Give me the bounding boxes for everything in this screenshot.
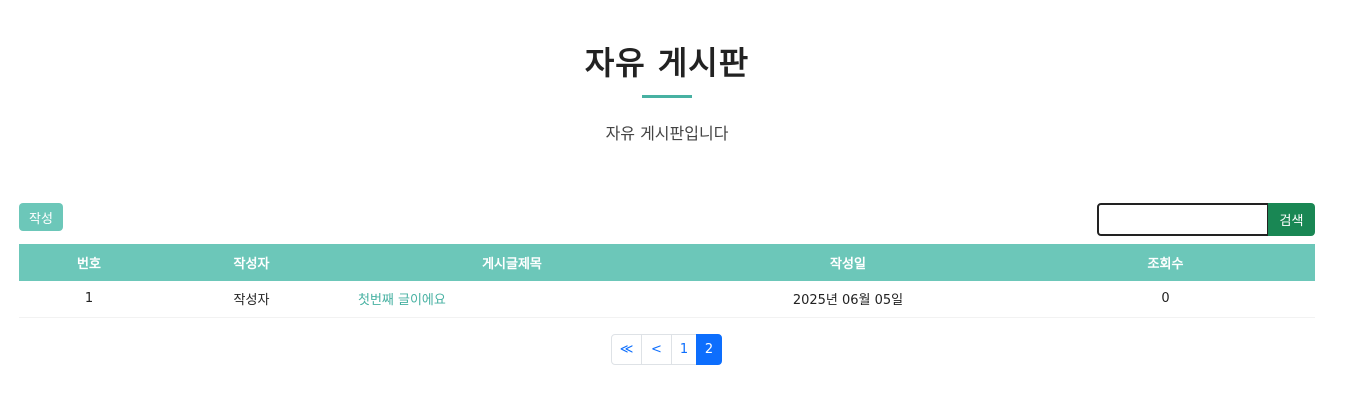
page-button-2[interactable]: 2 (696, 334, 722, 365)
cell-author: 작성자 (159, 281, 344, 318)
board-table: 번호 작성자 게시글제목 작성일 조회수 1 작성자 첫번째 글이에요 2025… (19, 244, 1315, 318)
column-header-date: 작성일 (680, 244, 1016, 281)
column-header-views: 조회수 (1016, 244, 1315, 281)
table-header-row: 번호 작성자 게시글제목 작성일 조회수 (19, 244, 1315, 281)
table-header: 번호 작성자 게시글제목 작성일 조회수 (19, 244, 1315, 281)
pagination: ≪ < 1 2 (611, 334, 722, 365)
search-input[interactable] (1097, 203, 1269, 236)
cell-date: 2025년 06월 05일 (680, 281, 1016, 318)
write-button[interactable]: 작성 (19, 203, 63, 231)
table-row: 1 작성자 첫번째 글이에요 2025년 06월 05일 0 (19, 281, 1315, 318)
cell-number: 1 (19, 281, 159, 318)
page-subtitle: 자유 게시판입니다 (605, 124, 729, 143)
cell-views: 0 (1016, 281, 1315, 318)
page-button-1[interactable]: 1 (671, 334, 697, 365)
column-header-author: 작성자 (159, 244, 344, 281)
cell-title: 첫번째 글이에요 (344, 281, 680, 318)
post-title-link[interactable]: 첫번째 글이에요 (358, 293, 446, 308)
column-header-title: 게시글제목 (344, 244, 680, 281)
table-body: 1 작성자 첫번째 글이에요 2025년 06월 05일 0 (19, 281, 1315, 318)
column-header-number: 번호 (19, 244, 159, 281)
prev-page-button[interactable]: < (641, 334, 672, 365)
title-underline (642, 95, 692, 98)
page-title: 자유 게시판 (584, 44, 750, 82)
first-page-button[interactable]: ≪ (611, 334, 642, 365)
search-button[interactable]: 검색 (1268, 203, 1315, 236)
